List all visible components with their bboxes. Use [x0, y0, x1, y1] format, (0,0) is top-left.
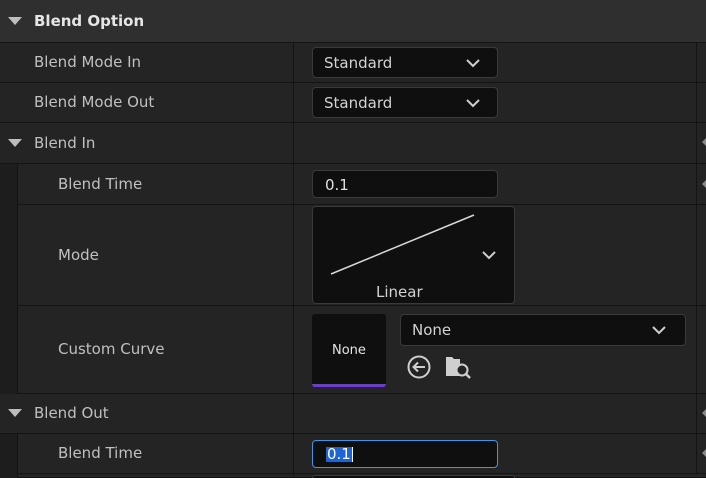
property-label: Mode [58, 246, 99, 264]
curve-asset-thumbnail[interactable]: None [312, 314, 386, 387]
next-row-partial [0, 474, 706, 478]
chevron-down-icon [652, 326, 666, 335]
dropdown-value: Standard [324, 54, 393, 72]
blend-in-time-row: Blend Time 0.1 [0, 164, 706, 205]
blend-out-header[interactable]: Blend Out [0, 394, 706, 434]
thumbnail-label: None [332, 343, 366, 358]
blend-in-header[interactable]: Blend In [0, 123, 706, 164]
blend-option-header[interactable]: Blend Option [0, 0, 706, 43]
blend-in-time-input[interactable]: 0.1 [312, 170, 498, 198]
chevron-down-icon [466, 59, 480, 68]
blend-out-time-input[interactable]: 0.1 [312, 440, 498, 468]
collapse-arrow-icon[interactable] [8, 139, 22, 147]
blend-mode-in-row: Blend Mode In Standard [0, 43, 706, 83]
linear-curve-icon [330, 214, 475, 275]
property-label: Blend Mode In [34, 53, 142, 71]
expand-edge-icon [702, 138, 706, 146]
collapse-arrow-icon[interactable] [8, 17, 22, 25]
use-selected-asset-icon[interactable] [406, 354, 432, 380]
blend-in-mode-row: Mode Linear [0, 205, 706, 306]
curve-asset-dropdown[interactable]: None [400, 314, 686, 346]
property-label: Blend Mode Out [34, 93, 155, 111]
section-title: Blend Option [34, 12, 145, 30]
input-value: 0.1 [325, 176, 349, 194]
dropdown-value: Standard [324, 94, 393, 112]
chevron-down-icon [482, 251, 496, 260]
blend-mode-out-row: Blend Mode Out Standard [0, 83, 706, 123]
custom-curve-row: Custom Curve None None [0, 306, 706, 394]
blend-mode-in-dropdown[interactable]: Standard [312, 47, 498, 78]
dropdown-value: None [412, 321, 452, 339]
collapse-arrow-icon[interactable] [8, 409, 22, 417]
property-label: Custom Curve [58, 340, 165, 358]
blend-mode-out-dropdown[interactable]: Standard [312, 87, 498, 118]
chevron-down-icon [466, 99, 480, 108]
blend-out-time-row: Blend Time 0.1 [0, 434, 706, 474]
expand-edge-icon [702, 409, 706, 417]
blend-mode-picker[interactable]: Linear [312, 206, 515, 304]
browse-asset-icon[interactable] [444, 354, 472, 380]
expand-edge-icon [702, 449, 706, 457]
section-title: Blend In [34, 134, 96, 152]
property-label: Blend Time [58, 444, 143, 462]
selected-input-value: 0.1 [326, 445, 353, 463]
expand-edge-icon [702, 180, 706, 188]
property-label: Blend Time [58, 175, 143, 193]
section-title: Blend Out [34, 404, 109, 422]
mode-value: Linear [376, 283, 423, 301]
